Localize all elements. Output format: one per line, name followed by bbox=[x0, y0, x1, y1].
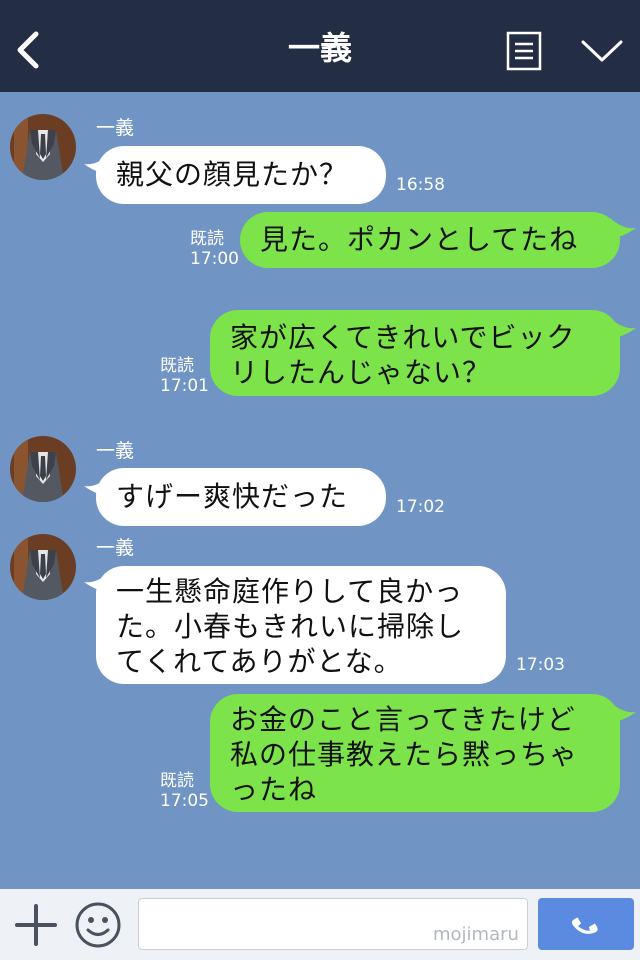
message-time: 17:01 bbox=[160, 376, 209, 396]
message-line: てくれてありがとな。 bbox=[116, 645, 403, 678]
sender-name: 一義 bbox=[96, 117, 135, 139]
message-time: 17:00 bbox=[190, 249, 239, 269]
notes-icon bbox=[506, 31, 542, 71]
message-line: すげー爽快だった bbox=[116, 480, 349, 513]
sender-avatar[interactable] bbox=[10, 534, 76, 600]
phone-icon bbox=[571, 917, 598, 934]
message-bubble[interactable]: お金のこと言ってきたけど 私の仕事教えたら黙っちゃ ったね bbox=[210, 694, 620, 812]
notes-button[interactable] bbox=[506, 31, 542, 71]
chat-title: 一義 bbox=[287, 29, 352, 67]
message-line: た。小春もきれいに掃除し bbox=[116, 610, 465, 643]
back-button[interactable] bbox=[12, 30, 46, 70]
avatar-suit-image bbox=[10, 114, 76, 180]
watermark: mojimaru bbox=[433, 924, 519, 945]
message-line: 私の仕事教えたら黙っちゃ bbox=[230, 738, 579, 771]
message-line: 一生懸命庭作りして良かっ bbox=[116, 575, 464, 608]
message-time: 17:03 bbox=[516, 655, 565, 675]
message-time: 17:02 bbox=[396, 497, 445, 517]
message-time: 17:05 bbox=[160, 791, 209, 811]
read-receipt: 既読 bbox=[160, 771, 194, 791]
collapse-button[interactable] bbox=[580, 36, 624, 66]
sender-name: 一義 bbox=[96, 537, 135, 559]
message-bubble[interactable]: すげー爽快だった bbox=[96, 468, 386, 526]
message-bubble[interactable]: 家が広くてきれいでビック リしたんじゃない？ bbox=[210, 310, 620, 396]
sender-avatar[interactable] bbox=[10, 114, 76, 180]
chevron-down-icon bbox=[581, 40, 623, 62]
message-time: 16:58 bbox=[396, 175, 445, 195]
emoji-button[interactable] bbox=[74, 901, 122, 949]
message-line: お金のこと言ってきたけど bbox=[230, 703, 576, 736]
sender-name: 一義 bbox=[96, 440, 135, 462]
message-line: ったね bbox=[230, 773, 318, 806]
call-button[interactable] bbox=[538, 898, 634, 950]
message-bubble[interactable]: 見た。ポカンとしてたね bbox=[240, 212, 620, 268]
message-line: リしたんじゃない？ bbox=[230, 356, 492, 389]
read-receipt: 既読 bbox=[190, 229, 224, 249]
message-bubble[interactable]: 一生懸命庭作りして良かっ た。小春もきれいに掃除し てくれてありがとな。 bbox=[96, 566, 506, 684]
message-line: 家が広くてきれいでビック bbox=[230, 321, 576, 354]
read-receipt: 既読 bbox=[160, 356, 194, 376]
sender-avatar[interactable] bbox=[10, 436, 76, 502]
add-button[interactable] bbox=[14, 903, 58, 947]
message-line: 親父の顔見たか？ bbox=[116, 158, 349, 191]
message-line: 見た。ポカンとしてたね bbox=[260, 223, 579, 256]
avatar-suit-image bbox=[10, 436, 76, 502]
emoji-icon bbox=[75, 902, 121, 948]
message-bubble[interactable]: 親父の顔見たか？ bbox=[96, 146, 386, 204]
avatar-suit-image bbox=[10, 534, 76, 600]
plus-icon bbox=[15, 904, 57, 946]
back-chevron-icon bbox=[17, 31, 39, 69]
